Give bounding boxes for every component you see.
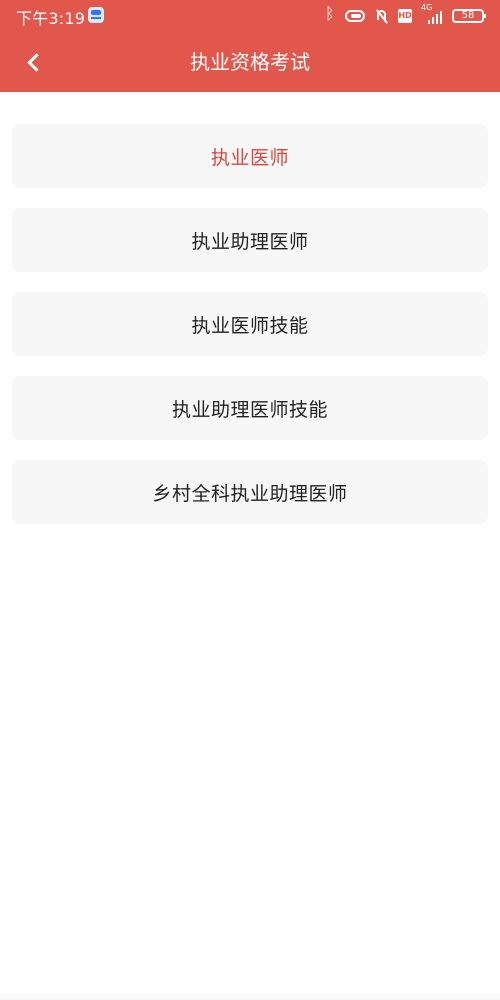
status-time: 下午3:19 <box>16 9 86 28</box>
signal-icon: 4G <box>421 4 443 24</box>
app-notification-icon <box>88 7 104 23</box>
signal-bar <box>436 14 438 24</box>
exam-option-label: 乡村全科执业助理医师 <box>152 482 348 505</box>
status-icons: HD 4G 58 <box>324 4 486 27</box>
page-title: 执业资格考试 <box>190 50 310 74</box>
mute-bell-icon <box>374 8 389 24</box>
exam-option-label: 执业助理医师 <box>191 230 309 253</box>
bottom-edge <box>0 990 500 1000</box>
signal-bar <box>432 17 434 24</box>
app-header: 下午3:19 HD 4G 58 执业资格考试 <box>0 0 500 92</box>
signal-bar <box>428 20 430 24</box>
exam-option-label: 执业医师技能 <box>191 314 309 337</box>
exam-type-list: 执业医师 执业助理医师 执业医师技能 执业助理医师技能 乡村全科执业助理医师 <box>12 124 488 544</box>
exam-option-practicing-physician[interactable]: 执业医师 <box>12 124 488 188</box>
bluetooth-icon <box>324 6 336 24</box>
battery-icon: 58 <box>452 9 486 23</box>
battery-saver-icon <box>345 10 365 22</box>
exam-option-assistant-physician-skills[interactable]: 执业助理医师技能 <box>12 376 488 440</box>
exam-option-physician-skills[interactable]: 执业医师技能 <box>12 292 488 356</box>
status-bar: 下午3:19 HD 4G 58 <box>0 0 500 32</box>
exam-option-rural-general-assistant-physician[interactable]: 乡村全科执业助理医师 <box>12 460 488 524</box>
network-type-label: 4G <box>421 3 433 12</box>
navigation-bar: 执业资格考试 <box>0 32 500 92</box>
exam-option-label: 执业医师 <box>210 146 289 169</box>
hd-icon: HD <box>398 9 412 23</box>
exam-option-assistant-physician[interactable]: 执业助理医师 <box>12 208 488 272</box>
signal-bar <box>440 11 442 24</box>
exam-option-label: 执业助理医师技能 <box>171 398 328 421</box>
